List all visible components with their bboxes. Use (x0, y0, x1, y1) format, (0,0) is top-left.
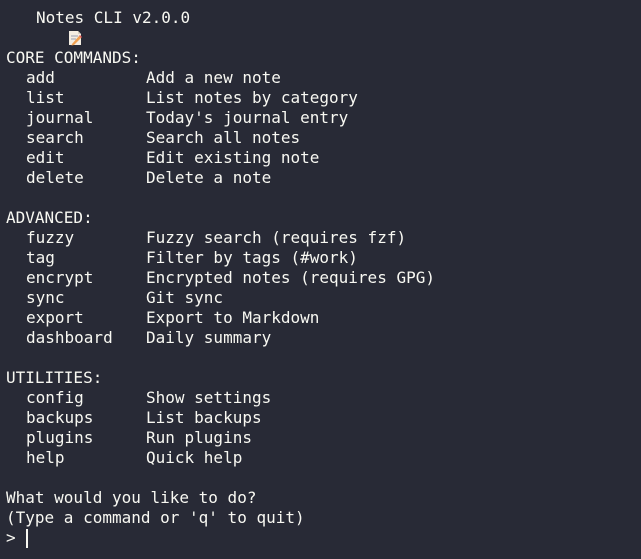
command-name: tag (26, 248, 55, 267)
command-row-journal: journal Today's journal entry (6, 108, 641, 128)
command-name: dashboard (26, 328, 113, 347)
command-name: backups (26, 408, 94, 427)
terminal-window: Notes CLI v2.0.0 CORE COMMANDS: add Add a… (6, 8, 641, 559)
command-name: encrypt (26, 268, 94, 287)
command-name: sync (26, 288, 65, 307)
section-header-utilities: UTILITIES: (6, 368, 103, 387)
command-description: Show settings (146, 388, 272, 407)
title-line: Notes CLI v2.0.0 (6, 8, 641, 46)
command-description: Run plugins (146, 428, 252, 447)
command-row-add: add Add a new note (6, 68, 641, 88)
command-row-fuzzy: fuzzy Fuzzy search (requires fzf) (6, 228, 641, 248)
command-description: Search all notes (146, 128, 301, 147)
command-row-list: list List notes by category (6, 88, 641, 108)
command-name: plugins (26, 428, 94, 447)
command-name: delete (26, 168, 84, 187)
command-description: Encrypted notes (requires GPG) (146, 268, 435, 287)
command-description: Git sync (146, 288, 224, 307)
command-row-help: help Quick help (6, 448, 641, 468)
hint-text: (Type a command or 'q' to quit) (6, 508, 305, 527)
text-cursor[interactable] (26, 528, 28, 548)
section-advanced: ADVANCED: fuzzy Fuzzy search (requires fz… (6, 208, 641, 348)
command-name: journal (26, 108, 94, 127)
command-name: help (26, 448, 65, 467)
command-name: search (26, 128, 84, 147)
command-description: Add a new note (146, 68, 281, 87)
section-header-core: CORE COMMANDS: (6, 48, 141, 67)
command-description: List backups (146, 408, 262, 427)
command-name: add (26, 68, 55, 87)
section-utilities: UTILITIES: config Show settings backups Li… (6, 368, 641, 468)
prompt-symbol: > (6, 528, 16, 547)
command-row-config: config Show settings (6, 388, 641, 408)
command-description: List notes by category (146, 88, 358, 107)
command-prompt[interactable]: > (6, 528, 641, 548)
command-row-delete: delete Delete a note (6, 168, 641, 188)
command-name: export (26, 308, 84, 327)
memo-icon (10, 10, 82, 46)
command-row-export: export Export to Markdown (6, 308, 641, 328)
command-row-tag: tag Filter by tags (#work) (6, 248, 641, 268)
command-row-sync: sync Git sync (6, 288, 641, 308)
command-row-encrypt: encrypt Encrypted notes (requires GPG) (6, 268, 641, 288)
section-core: CORE COMMANDS: add Add a new note list Lis… (6, 48, 641, 188)
command-row-edit: edit Edit existing note (6, 148, 641, 168)
command-name: edit (26, 148, 65, 167)
command-description: Export to Markdown (146, 308, 320, 327)
command-row-search: search Search all notes (6, 128, 641, 148)
command-name: config (26, 388, 84, 407)
command-description: Delete a note (146, 168, 272, 187)
section-header-advanced: ADVANCED: (6, 208, 93, 227)
command-name: fuzzy (26, 228, 75, 247)
command-description: Edit existing note (146, 148, 320, 167)
question-text: What would you like to do? (6, 488, 257, 507)
command-row-plugins: plugins Run plugins (6, 428, 641, 448)
command-row-backups: backups List backups (6, 408, 641, 428)
command-description: Filter by tags (#work) (146, 248, 358, 267)
command-description: Quick help (146, 448, 243, 467)
command-description: Today's journal entry (146, 108, 349, 127)
command-description: Daily summary (146, 328, 272, 347)
command-description: Fuzzy search (requires fzf) (146, 228, 407, 247)
command-name: list (26, 88, 65, 107)
app-title: Notes CLI v2.0.0 (36, 8, 191, 27)
command-row-dashboard: dashboard Daily summary (6, 328, 641, 348)
